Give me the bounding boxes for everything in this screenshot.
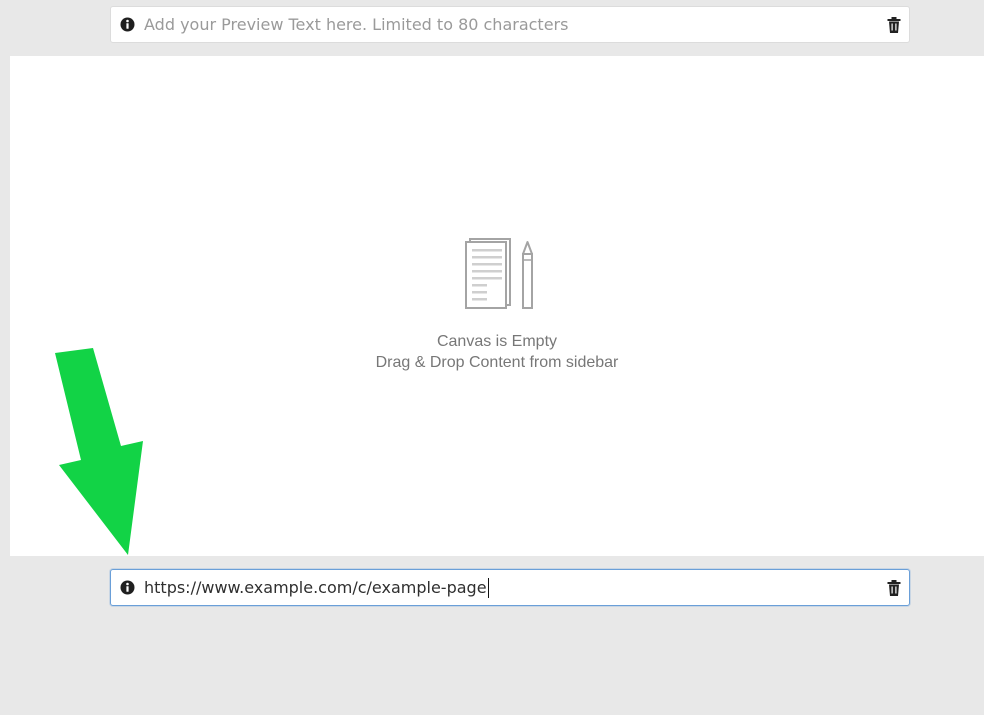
url-field-value[interactable]: https://www.example.com/c/example-page <box>144 578 487 597</box>
trash-icon[interactable] <box>887 579 901 596</box>
green-down-arrow-icon <box>55 348 143 555</box>
empty-canvas-title: Canvas is Empty <box>436 333 558 350</box>
preview-text-field[interactable]: Add your Preview Text here. Limited to 8… <box>110 6 910 43</box>
url-field-value-wrapper[interactable]: https://www.example.com/c/example-page <box>144 577 887 598</box>
url-input-field[interactable]: https://www.example.com/c/example-page <box>110 569 910 606</box>
preview-text-placeholder[interactable]: Add your Preview Text here. Limited to 8… <box>144 15 887 34</box>
empty-canvas-subtitle: Drag & Drop Content from sidebar <box>375 354 619 371</box>
canvas-empty-state: Canvas is Empty Drag & Drop Content from… <box>10 236 984 373</box>
text-cursor <box>487 577 489 598</box>
document-pencil-icon <box>465 238 533 309</box>
info-circle-icon <box>120 580 135 595</box>
info-circle-icon <box>120 17 135 32</box>
email-canvas[interactable]: Canvas is Empty Drag & Drop Content from… <box>10 56 984 556</box>
trash-icon[interactable] <box>887 16 901 33</box>
